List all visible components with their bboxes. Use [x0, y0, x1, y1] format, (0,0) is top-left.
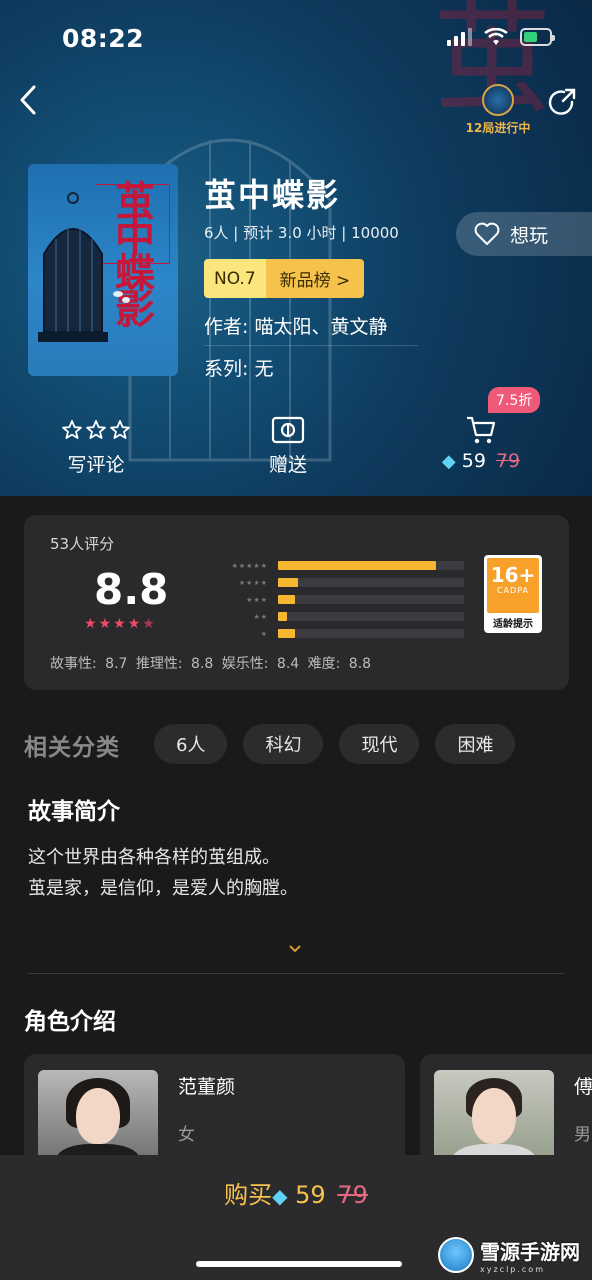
characters-title: 角色介绍: [24, 1009, 116, 1035]
categories-title: 相关分类: [24, 735, 120, 761]
live-sessions-indicator[interactable]: 12局进行中: [458, 84, 538, 136]
age-rating-tip: 适龄提示: [493, 619, 533, 630]
expand-chevron-icon[interactable]: [288, 944, 302, 954]
star-icon: ★: [84, 616, 97, 632]
section-divider: [28, 973, 564, 974]
price-value: 59: [461, 450, 486, 472]
rating-bar-3: ★★★: [214, 591, 464, 608]
rating-distribution: ★★★★★ ★★★★ ★★★ ★★ ★: [214, 557, 464, 642]
live-sessions-text: 12局进行中: [465, 121, 531, 135]
character-gender: 女: [178, 1125, 195, 1145]
want-label: 想玩: [510, 224, 549, 247]
watermark: 雪源手游网 xyzclp.com: [438, 1236, 580, 1274]
rank-list-link[interactable]: 新品榜 >: [265, 259, 365, 298]
buy-original-price: 79: [337, 1181, 368, 1209]
rating-bar-2: ★★: [214, 608, 464, 625]
write-review-button[interactable]: 写评论: [48, 414, 144, 477]
rating-stars-icon: [48, 414, 144, 446]
back-icon[interactable]: [16, 84, 40, 116]
star-icon: ★: [113, 616, 126, 632]
rating-score: 8.8: [94, 565, 169, 614]
share-icon[interactable]: [548, 88, 578, 118]
star-icon: ★: [98, 616, 112, 632]
buy-price: 59: [295, 1181, 326, 1209]
battery-icon: [520, 28, 555, 46]
status-bar: 08:22: [0, 0, 592, 80]
category-tag[interactable]: 困难: [435, 724, 516, 764]
live-avatar: [482, 84, 514, 116]
category-tag[interactable]: 现代: [339, 724, 420, 764]
category-tag[interactable]: 6人: [154, 724, 228, 764]
gift-label: 赠送: [268, 454, 307, 476]
diamond-icon: ◆: [272, 1184, 288, 1208]
book-series: 系列: 无: [204, 358, 274, 380]
discount-badge: 7.5折: [488, 387, 541, 413]
age-rating-org: CADPA: [496, 586, 529, 595]
category-tag[interactable]: 科幻: [243, 724, 324, 764]
watermark-name: 雪源手游网: [480, 1240, 580, 1264]
diamond-icon: ◆: [441, 451, 456, 472]
cover-birdcage-image: [38, 192, 130, 342]
original-price: 79: [495, 450, 521, 472]
book-meta: 6人 | 预计 3.0 小时 | 10000: [204, 224, 399, 242]
story-text: 这个世界由各种各样的茧组成。 茧是家，是信仰，是爱人的胸膛。: [28, 842, 298, 904]
story-title: 故事简介: [28, 799, 120, 825]
book-title: 茧中蝶影: [204, 176, 341, 214]
rating-stars: ★ ★ ★ ★ ★: [84, 616, 155, 632]
wifi-icon: [484, 28, 508, 45]
signal-icon: [447, 28, 472, 46]
status-time: 08:22: [62, 24, 145, 53]
story-line: 这个世界由各种各样的茧组成。: [28, 847, 280, 868]
home-indicator[interactable]: [196, 1261, 402, 1267]
want-to-play-button[interactable]: 想玩: [456, 212, 592, 256]
gift-icon: [240, 414, 336, 446]
cart-icon: [426, 414, 536, 446]
rating-card[interactable]: 53人评分 8.8 ★ ★ ★ ★ ★ ★★★★★ ★★★★ ★★★ ★★ ★ …: [24, 515, 569, 690]
category-tags: 6人 科幻 现代 困难: [154, 724, 516, 764]
watermark-url: xyzclp.com: [480, 1265, 545, 1274]
buy-button[interactable]: 购买◆ 59 79: [0, 1175, 592, 1210]
heart-icon: [474, 222, 500, 245]
age-rating: 16+: [490, 563, 536, 587]
rating-bar-1: ★: [214, 625, 464, 642]
rating-bar-4: ★★★★: [214, 574, 464, 591]
character-name: 范董颜: [178, 1076, 236, 1098]
rank-badge[interactable]: NO.7 新品榜 >: [204, 259, 365, 298]
gift-button[interactable]: 赠送: [240, 414, 336, 477]
hero-banner: 茧 08:22 12局进行中 茧中蝶影 茧中蝶影 6人 | 预计 3.0 小时 …: [0, 0, 592, 496]
book-author[interactable]: 作者: 喵太阳、黄文静: [204, 312, 418, 346]
buy-label: 购买: [224, 1181, 273, 1209]
watermark-logo-icon: [438, 1237, 474, 1273]
half-star-icon: ★: [142, 616, 155, 632]
write-review-label: 写评论: [67, 454, 125, 476]
character-gender: 男: [574, 1125, 591, 1145]
book-cover[interactable]: 茧中蝶影: [28, 164, 178, 376]
rating-bar-5: ★★★★★: [214, 557, 464, 574]
character-name: 傅: [574, 1076, 592, 1098]
rank-number: NO.7: [204, 259, 266, 298]
buy-shortcut-button[interactable]: ◆ 59 79: [426, 414, 536, 472]
sub-scores: 故事性: 8.7 推理性: 8.8 娱乐性: 8.4 难度: 8.8: [50, 656, 372, 672]
story-line: 茧是家，是信仰，是爱人的胸膛。: [28, 878, 298, 899]
star-icon: ★: [127, 616, 141, 632]
age-rating-badge[interactable]: 16+ CADPA 适龄提示: [484, 555, 542, 633]
rating-count: 53人评分: [50, 535, 115, 553]
